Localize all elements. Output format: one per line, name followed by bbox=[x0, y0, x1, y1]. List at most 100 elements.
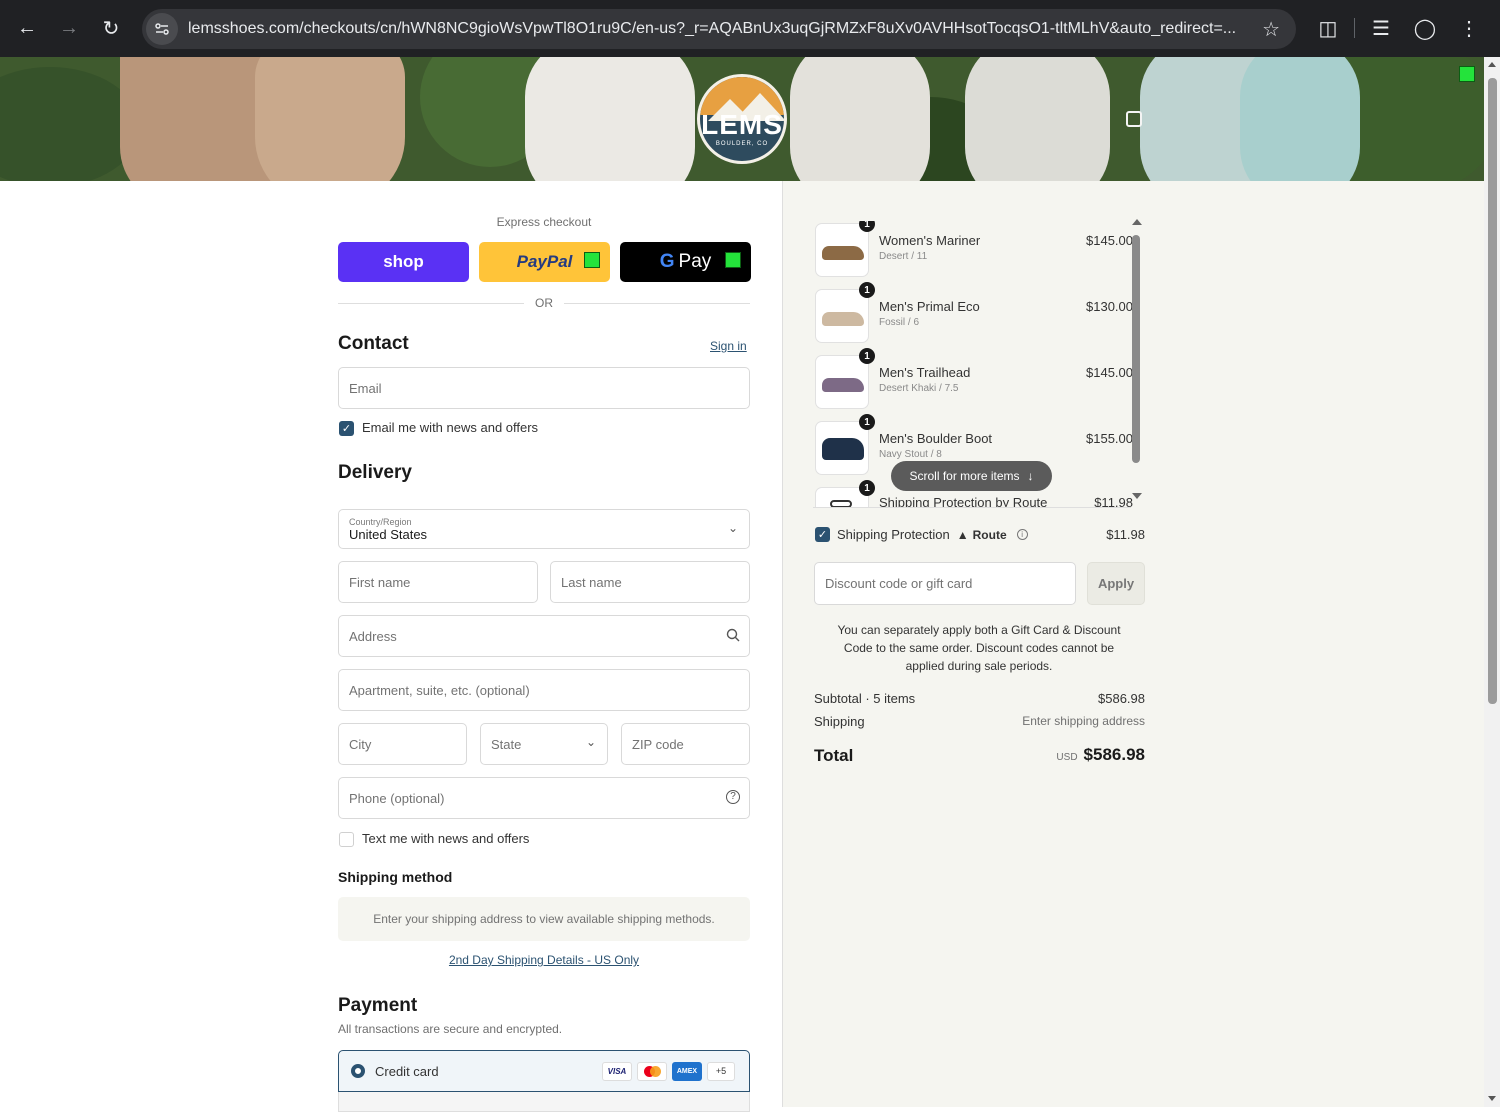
quantity-badge: 1 bbox=[859, 221, 875, 232]
credit-card-label: Credit card bbox=[375, 1064, 439, 1079]
item-price: $155.00 bbox=[1086, 431, 1133, 446]
apply-label: Apply bbox=[1097, 576, 1135, 591]
product-thumbnail bbox=[815, 223, 869, 277]
profile-icon[interactable]: ◯ bbox=[1407, 8, 1443, 48]
visa-icon: VISA bbox=[602, 1062, 632, 1081]
info-icon[interactable]: i bbox=[1016, 529, 1028, 540]
list-item: 1 Men's Trailhead Desert Khaki / 7.5 $14… bbox=[813, 348, 1133, 411]
city-placeholder: City bbox=[349, 736, 372, 752]
boot-icon bbox=[822, 438, 864, 460]
lems-logo[interactable]: LEMS BOULDER, CO bbox=[697, 74, 787, 164]
chevron-down-icon: ⌄ bbox=[586, 735, 597, 749]
amex-icon: AMEX bbox=[672, 1062, 702, 1081]
extension-indicator-icon bbox=[584, 252, 600, 268]
country-label: Country/Region bbox=[349, 516, 412, 527]
zip-field[interactable]: ZIP code bbox=[621, 723, 750, 765]
item-name: Men's Primal Eco bbox=[879, 299, 980, 314]
reload-icon[interactable]: ↻ bbox=[90, 8, 132, 50]
shipping-method-notice: Enter your shipping address to view avai… bbox=[338, 897, 750, 941]
item-name: Men's Trailhead bbox=[879, 365, 971, 380]
address-field[interactable]: Address bbox=[338, 615, 750, 657]
item-price: $11.98 bbox=[1094, 495, 1133, 507]
shoe-icon bbox=[822, 378, 864, 392]
bookmark-star-icon[interactable]: ☆ bbox=[1262, 17, 1280, 42]
apartment-field[interactable]: Apartment, suite, etc. (optional) bbox=[338, 669, 750, 711]
item-price: $145.00 bbox=[1086, 233, 1133, 248]
paypal-button[interactable]: PayPal bbox=[479, 242, 610, 282]
scroll-down-icon[interactable] bbox=[1132, 493, 1142, 499]
page-scroll-thumb[interactable] bbox=[1488, 78, 1497, 704]
items-scroll-thumb[interactable] bbox=[1132, 235, 1140, 463]
total-label: Total bbox=[814, 746, 854, 765]
items-bottom-border bbox=[813, 507, 1131, 508]
phone-placeholder: Phone (optional) bbox=[349, 790, 445, 806]
item-variant: Desert Khaki / 7.5 bbox=[879, 383, 959, 394]
mastercard-icon bbox=[637, 1062, 667, 1081]
phone-field[interactable]: Phone (optional) bbox=[338, 777, 750, 819]
discount-code-field[interactable]: Discount code or gift card bbox=[814, 562, 1076, 605]
items-scrollbar[interactable] bbox=[1131, 219, 1142, 509]
total-value: $586.98 bbox=[1083, 745, 1145, 764]
scroll-up-icon[interactable] bbox=[1132, 219, 1142, 225]
menu-icon[interactable]: ⋮ bbox=[1451, 8, 1487, 48]
sms-checkbox[interactable] bbox=[339, 832, 354, 847]
scroll-for-more-button[interactable]: Scroll for more items ↓ bbox=[891, 461, 1052, 491]
product-thumbnail bbox=[815, 421, 869, 475]
forward-icon[interactable]: → bbox=[48, 8, 90, 50]
google-pay-button[interactable]: G Pay bbox=[620, 242, 751, 282]
shipping-protection-checkbox[interactable]: ✓ bbox=[815, 527, 830, 542]
google-g-icon: G bbox=[659, 251, 675, 272]
newsletter-checkbox[interactable]: ✓ bbox=[339, 421, 354, 436]
delivery-heading: Delivery bbox=[338, 462, 412, 483]
discount-placeholder: Discount code or gift card bbox=[825, 576, 973, 591]
payment-heading: Payment bbox=[338, 995, 418, 1016]
more-cards-badge: +5 bbox=[707, 1062, 735, 1081]
last-name-placeholder: Last name bbox=[561, 574, 622, 590]
shop-pay-button[interactable]: shop bbox=[338, 242, 469, 282]
last-name-field[interactable]: Last name bbox=[550, 561, 750, 603]
card-details-panel bbox=[338, 1092, 750, 1112]
subtotal-label: Subtotal · 5 items bbox=[814, 691, 916, 706]
page-scroll-up-icon[interactable] bbox=[1488, 62, 1496, 67]
country-select[interactable]: Country/Region United States bbox=[338, 509, 750, 549]
search-icon bbox=[726, 628, 740, 647]
country-value: United States bbox=[349, 526, 428, 542]
media-controls-icon[interactable]: ☰ bbox=[1363, 8, 1399, 48]
apartment-placeholder: Apartment, suite, etc. (optional) bbox=[349, 682, 530, 698]
shipping-details-link[interactable]: 2nd Day Shipping Details - US Only bbox=[338, 953, 750, 967]
chevron-down-icon: ⌄ bbox=[728, 521, 739, 535]
shipping-label: Shipping bbox=[814, 714, 865, 729]
url-text[interactable]: lemsshoes.com/checkouts/cn/hWN8NC9gioWsV… bbox=[188, 20, 1248, 38]
product-thumbnail bbox=[815, 355, 869, 409]
total-amount: USD $586.98 bbox=[1056, 745, 1145, 765]
apply-button[interactable]: Apply bbox=[1087, 562, 1145, 605]
shop-pay-label: shop bbox=[383, 252, 424, 271]
product-thumbnail bbox=[815, 289, 869, 343]
shoe-icon bbox=[822, 312, 864, 326]
city-field[interactable]: City bbox=[338, 723, 467, 765]
newsletter-label: Email me with news and offers bbox=[362, 420, 539, 435]
order-items-list: 1 Women's Mariner Desert / 11 $145.00 1 … bbox=[783, 221, 1145, 507]
extension-indicator-icon bbox=[725, 252, 741, 268]
extensions-icon[interactable]: ◫ bbox=[1310, 8, 1346, 48]
quantity-badge: 1 bbox=[859, 282, 875, 298]
help-icon[interactable]: ? bbox=[726, 790, 740, 804]
shopping-bag-icon[interactable] bbox=[1126, 111, 1142, 127]
first-name-field[interactable]: First name bbox=[338, 561, 538, 603]
protection-text: Shipping Protection bbox=[837, 527, 950, 542]
scroll-hint-label: Scroll for more items bbox=[909, 469, 1020, 483]
address-bar[interactable]: lemsshoes.com/checkouts/cn/hWN8NC9gioWsV… bbox=[142, 9, 1296, 49]
email-field[interactable]: Email bbox=[338, 367, 750, 409]
sign-in-link[interactable]: Sign in bbox=[710, 339, 747, 353]
site-info-icon[interactable] bbox=[146, 13, 178, 45]
quantity-badge: 1 bbox=[859, 480, 875, 496]
back-icon[interactable]: ← bbox=[6, 8, 48, 50]
item-price: $145.00 bbox=[1086, 365, 1133, 380]
shoe-icon bbox=[822, 246, 864, 260]
google-pay-label: Pay bbox=[678, 251, 712, 272]
credit-card-option[interactable]: Credit card VISA AMEX +5 bbox=[338, 1050, 750, 1092]
page-scroll-down-icon[interactable] bbox=[1488, 1096, 1496, 1101]
route-logo-icon: ▲ bbox=[956, 527, 969, 542]
credit-card-radio[interactable] bbox=[351, 1064, 365, 1078]
item-variant: Fossil / 6 bbox=[879, 317, 920, 328]
